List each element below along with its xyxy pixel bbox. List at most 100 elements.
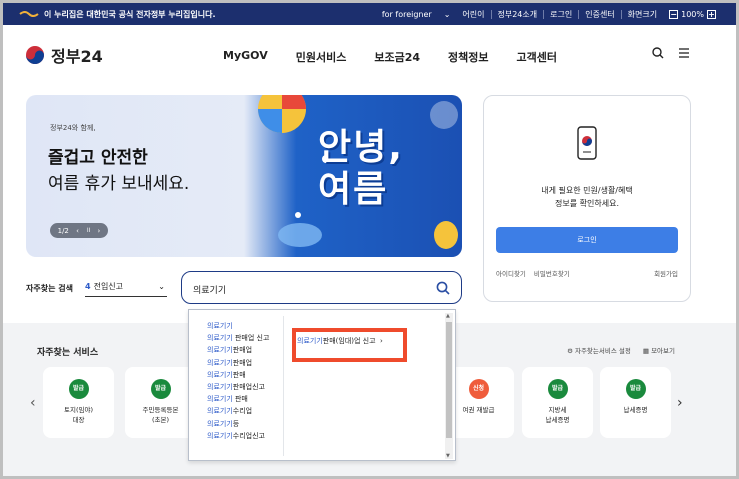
service-card[interactable]: 발급 주민등록등본 (초본) xyxy=(125,367,196,438)
hero-big-line1: 안녕, xyxy=(318,127,404,168)
service-badge: 발급 xyxy=(547,379,568,399)
item-match: 의료기기 xyxy=(207,431,233,440)
dropdown-divider xyxy=(283,316,284,456)
nav-policy[interactable]: 정책정보 xyxy=(448,49,488,65)
next-arrow-icon[interactable]: › xyxy=(677,395,683,411)
hero-big-line2: 여름 xyxy=(318,169,389,210)
hero-small-text: 정부24와 함께, xyxy=(50,124,96,132)
autocomplete-item[interactable]: 의료기기수리업신고 xyxy=(207,430,269,442)
join-link[interactable]: 회원가입 xyxy=(654,268,678,278)
autocomplete-item[interactable]: 의료기기 판매 xyxy=(207,393,269,405)
gov-notice-text: 이 누리집은 대한민국 공식 전자정부 누리집입니다. xyxy=(44,9,216,19)
hero-pager: 1/2 ‹ ॥ › xyxy=(50,223,108,238)
highlight-box xyxy=(292,328,407,362)
zoom-control: − 100% + xyxy=(663,9,722,19)
nav-mygov[interactable]: MyGOV xyxy=(223,49,268,65)
chevron-down-icon: ⌄ xyxy=(443,9,451,19)
menu-icon[interactable] xyxy=(678,47,690,59)
select-rank: 4 xyxy=(85,282,91,291)
service-badge: 신청 xyxy=(468,379,489,399)
zoom-in-button[interactable]: + xyxy=(707,9,716,19)
login-links: 아이디찾기 비밀번호찾기 회원가입 xyxy=(496,268,678,278)
flag-icon xyxy=(19,11,39,17)
autocomplete-item[interactable]: 의료기기판매업신고 xyxy=(207,381,269,393)
service-card[interactable]: 발급 지방세 납세증명 xyxy=(522,367,593,438)
gov-notice[interactable]: 이 누리집은 대한민국 공식 전자정부 누리집입니다. xyxy=(19,9,216,20)
item-rest: 판매업 신고 xyxy=(232,334,270,343)
autocomplete-item[interactable]: 의료기기등 xyxy=(207,418,269,430)
gov-banner: 이 누리집은 대한민국 공식 전자정부 누리집입니다. for foreigne… xyxy=(3,3,736,25)
search-input[interactable]: 의료기기 xyxy=(181,271,462,304)
scroll-down-icon[interactable]: ▼ xyxy=(446,453,450,459)
find-id-link[interactable]: 아이디찾기 xyxy=(496,268,526,278)
item-rest: 수리업신고 xyxy=(232,431,265,440)
find-password-link[interactable]: 비밀번호찾기 xyxy=(534,268,570,278)
autocomplete-item[interactable]: 의료기기판매업 xyxy=(207,344,269,356)
text-size-label: 화면크기 xyxy=(627,9,658,19)
login-button[interactable]: 로그인 xyxy=(496,227,678,253)
item-rest: 판매업 xyxy=(232,346,253,355)
autocomplete-item[interactable]: 의료기기 판매업 신고 xyxy=(207,332,269,344)
dropdown-scrollbar[interactable]: ▲ ▼ xyxy=(445,313,453,459)
nav-civil-service[interactable]: 민원서비스 xyxy=(296,49,347,65)
next-icon[interactable]: › xyxy=(98,227,101,235)
view-all-link[interactable]: ▦ 모아보기 xyxy=(643,345,675,355)
item-match: 의료기기 xyxy=(207,358,233,367)
autocomplete-item[interactable]: 의료기기판매 xyxy=(207,369,269,381)
autocomplete-list: 의료기기 의료기기 판매업 신고 의료기기판매업 의료기기판매업 의료기기판매 … xyxy=(207,320,269,442)
hero-banner[interactable]: 정부24와 함께, 즐겁고 안전한 여름 휴가 보내세요. 1/2 ‹ ॥ › … xyxy=(26,95,462,257)
autocomplete-item[interactable]: 의료기기판매업 xyxy=(207,357,269,369)
search-value: 의료기기 xyxy=(193,286,227,296)
item-rest: 판매 xyxy=(232,395,248,404)
page: 이 누리집은 대한민국 공식 전자정부 누리집입니다. for foreigne… xyxy=(3,3,736,476)
item-match: 의료기기 xyxy=(207,370,233,379)
service-badge: 발급 xyxy=(625,379,646,399)
autocomplete-item[interactable]: 의료기기수리업 xyxy=(207,405,269,417)
service-card[interactable]: 발급 토지(임야) 대장 xyxy=(43,367,114,438)
nav-customer[interactable]: 고객센터 xyxy=(516,49,556,65)
site-logo[interactable]: 정부24 xyxy=(25,43,103,67)
pager-count: 1/2 xyxy=(57,226,69,235)
service-card[interactable]: 발급 납세증명 xyxy=(600,367,671,438)
zoom-out-button[interactable]: − xyxy=(669,9,679,19)
search-icon[interactable] xyxy=(436,281,450,295)
services-tools: ⚙ 자주찾는서비스 설정 ▦ 모아보기 xyxy=(567,345,675,355)
service-name-sub: (초본) xyxy=(151,416,170,424)
item-match: 의료기기 xyxy=(207,395,233,404)
kids-link[interactable]: 어린이 xyxy=(456,9,490,20)
login-message-line1: 내게 필요한 민원/생활/혜택 xyxy=(541,186,633,195)
service-name-sub: 납세증명 xyxy=(545,416,570,424)
item-match: 의료기기 xyxy=(207,407,233,416)
prev-arrow-icon[interactable]: ‹ xyxy=(30,395,36,411)
chevron-down-icon: ⌄ xyxy=(158,282,165,291)
foreigner-link[interactable]: for foreigner xyxy=(376,10,438,19)
prev-icon[interactable]: ‹ xyxy=(76,227,79,235)
item-match: 의료기기 xyxy=(207,346,233,355)
auth-center-link[interactable]: 인증센터 xyxy=(579,9,620,20)
top-login-link[interactable]: 로그인 xyxy=(544,9,578,20)
select-value: 전입신고 xyxy=(93,282,124,291)
services-title: 자주찾는 서비스 xyxy=(37,348,99,358)
services-setting-link[interactable]: ⚙ 자주찾는서비스 설정 xyxy=(567,345,631,355)
frequent-search-label: 자주찾는 검색 xyxy=(26,284,73,293)
search-icon[interactable] xyxy=(652,47,664,59)
frequent-search-select[interactable]: 4 전입신고 ⌄ xyxy=(85,277,167,297)
item-rest: 수리업 xyxy=(232,407,253,416)
main-nav: MyGOV 민원서비스 보조금24 정책정보 고객센터 xyxy=(223,49,557,65)
hero-title-line2: 여름 휴가 보내세요. xyxy=(48,174,190,194)
autocomplete-item[interactable]: 의료기기 xyxy=(207,320,269,332)
item-match: 의료기기 xyxy=(207,383,233,392)
taegeuk-icon xyxy=(26,46,44,64)
services-setting-text: 자주찾는서비스 설정 xyxy=(574,347,631,355)
pause-icon[interactable]: ॥ xyxy=(86,226,90,235)
item-match: 의료기기 xyxy=(207,419,233,428)
scroll-up-icon[interactable]: ▲ xyxy=(446,313,450,319)
scroll-thumb[interactable] xyxy=(446,322,452,438)
nav-subsidy[interactable]: 보조금24 xyxy=(374,49,420,65)
item-rest: 등 xyxy=(232,419,240,428)
login-card: 내게 필요한 민원/생활/혜택 정보를 확인하세요. 로그인 아이디찾기 비밀번… xyxy=(483,95,691,302)
intro-link[interactable]: 정부24소개 xyxy=(492,9,544,20)
site-header: 정부24 MyGOV 민원서비스 보조금24 정책정보 고객센터 xyxy=(3,25,736,87)
item-rest: 판매업신고 xyxy=(232,383,265,392)
service-name: 납세증명 xyxy=(623,406,648,414)
